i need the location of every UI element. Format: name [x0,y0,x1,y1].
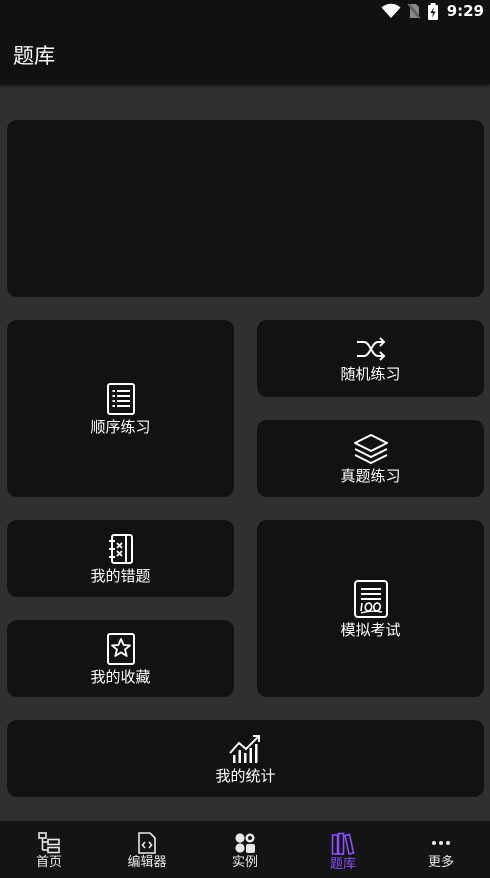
nav-label-more: 更多 [427,855,454,870]
nav-item-question-bank[interactable]: 题库 [294,821,392,878]
notebook-x-icon [108,533,133,564]
nav-label-question-bank: 题库 [329,857,356,872]
random-practice-card[interactable]: 随机练习 [257,320,484,397]
banner-card[interactable] [7,120,484,297]
nav-label-examples: 实例 [231,855,258,870]
tree-structure-icon [38,832,60,854]
nav-item-more[interactable]: 更多 [392,821,490,878]
my-statistics-label: 我的统计 [215,766,276,785]
page-title: 题库 [13,44,55,68]
nav-item-editor[interactable]: 编辑器 [98,821,196,878]
real-exam-practice-card[interactable]: 真题练习 [257,420,484,497]
mock-exam-card[interactable]: 模拟考试 [257,520,484,697]
my-favorites-label: 我的收藏 [90,667,151,686]
nav-item-home[interactable]: 首页 [0,821,98,878]
app-bar: 题库 [0,22,490,84]
status-time: 9:29 [446,2,484,20]
battery-charging-icon [427,2,438,20]
status-icons: 9:29 [381,0,484,22]
grid-shapes-icon [235,833,255,853]
nav-label-home: 首页 [35,855,62,870]
more-dots-icon [432,841,450,845]
layers-icon [353,433,388,464]
my-mistakes-card[interactable]: 我的错题 [7,520,234,597]
sequential-practice-label: 顺序练习 [90,417,151,436]
code-file-icon [138,832,156,854]
no-sim-icon [406,3,421,19]
sequential-practice-card[interactable]: 顺序练习 [7,320,234,497]
wifi-icon [381,3,401,18]
bottom-navigation: 首页 编辑器 实例 题库 更多 [0,821,490,878]
books-icon [331,832,355,855]
my-favorites-card[interactable]: 我的收藏 [7,620,234,697]
star-bookmark-icon [106,632,135,665]
status-bar: 9:29 [0,0,490,22]
real-exam-practice-label: 真题练习 [340,466,401,485]
main-content: 顺序练习 随机练习 真题练习 我的错题 我的收藏 模拟考试 我的统计 [0,84,490,821]
my-mistakes-label: 我的错题 [90,566,151,585]
my-statistics-card[interactable]: 我的统计 [7,720,484,797]
list-document-icon [106,382,135,415]
nav-label-editor: 编辑器 [127,855,167,870]
exam-score-icon [353,579,388,618]
shuffle-icon [356,336,385,361]
random-practice-label: 随机练习 [340,364,401,383]
mock-exam-label: 模拟考试 [340,620,401,639]
chart-trend-icon [228,734,260,763]
nav-item-examples[interactable]: 实例 [196,821,294,878]
